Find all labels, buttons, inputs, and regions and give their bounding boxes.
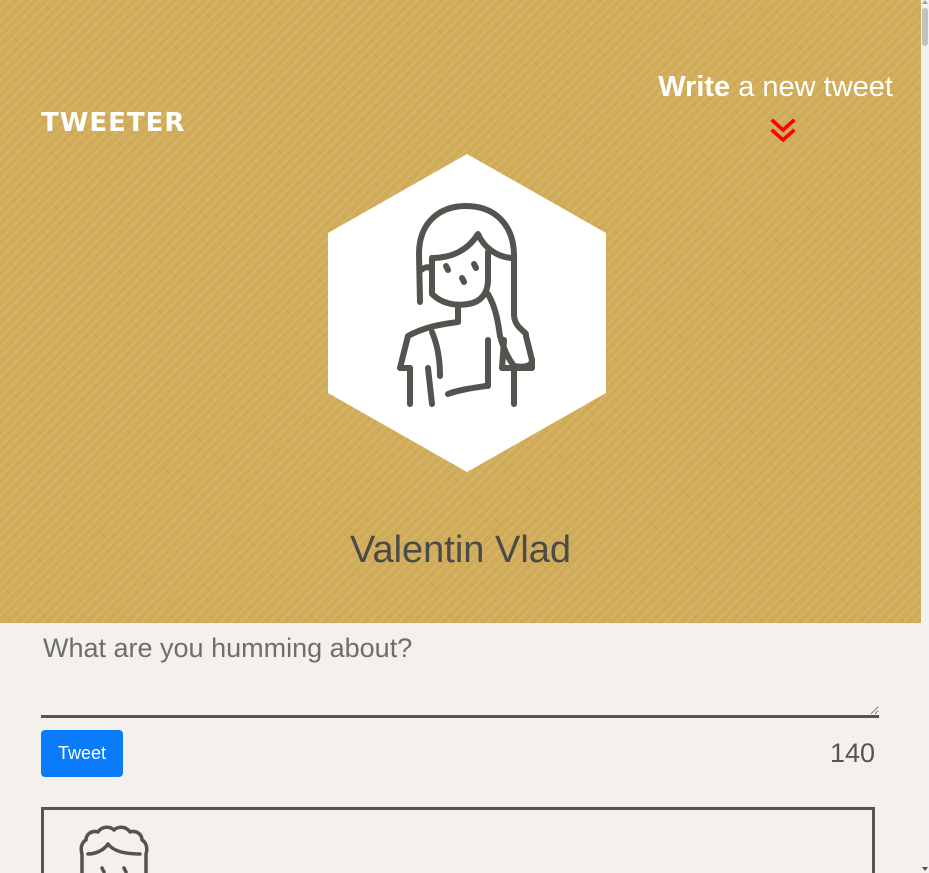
tweet-card [41,807,875,873]
scroll-thumb[interactable] [922,8,928,46]
double-chevron-down-icon[interactable] [770,118,796,146]
scroll-down-arrow-icon[interactable] [922,867,928,871]
scroll-up-arrow-icon[interactable] [922,0,928,4]
man-curly-hair-avatar-icon [79,825,149,873]
page: TWEETER Write a new tweet Valentin Vlad … [0,0,921,873]
character-counter: 140 [829,738,875,768]
write-new-tweet-link[interactable]: Write a new tweet [658,68,893,106]
tweet-button[interactable]: Tweet [41,730,123,777]
woman-avatar-icon [328,154,606,472]
tweet-input[interactable] [41,623,879,718]
profile-header: TWEETER Write a new tweet Valentin Vlad [0,0,921,623]
scrollbar[interactable] [921,0,929,873]
profile-name: Valentin Vlad [349,529,572,571]
write-label: Write [658,71,731,103]
brand-logo[interactable]: TWEETER [41,106,185,140]
new-tweet-label: a new tweet [738,71,893,103]
